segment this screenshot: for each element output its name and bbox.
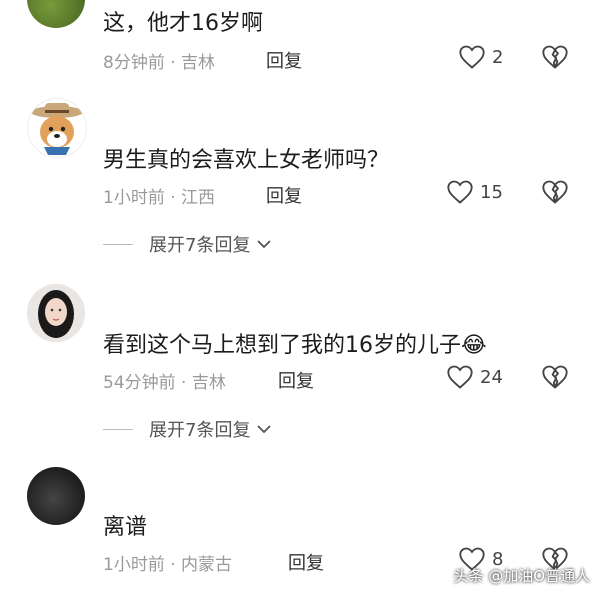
like-button[interactable]: 2	[458, 44, 503, 70]
like-button[interactable]: 15	[446, 179, 503, 205]
avatar[interactable]	[27, 467, 85, 525]
comment-text: 这，他才16岁啊	[103, 11, 263, 36]
avatar[interactable]	[27, 98, 87, 158]
laughing-emoji: 😂	[461, 333, 487, 358]
expand-replies-button[interactable]: 展开7条回复	[103, 231, 272, 257]
reply-button[interactable]: 回复	[266, 47, 302, 73]
woman-avatar-image	[27, 284, 85, 342]
reply-button[interactable]: 回复	[266, 182, 302, 208]
comment-text: 看到这个马上想到了我的16岁的儿子😂	[103, 333, 487, 358]
dislike-button[interactable]	[541, 44, 569, 74]
comment-meta: 1小时前 · 内蒙古	[103, 555, 233, 575]
chevron-down-icon	[257, 240, 272, 249]
comment-text: 男生真的会喜欢上女老师吗？	[103, 148, 390, 173]
comment-meta: 1小时前 · 江西	[103, 188, 216, 208]
heart-outline-icon	[447, 365, 473, 389]
heart-outline-icon	[459, 45, 485, 69]
reply-button[interactable]: 回复	[288, 549, 324, 575]
chevron-down-icon	[257, 425, 272, 434]
divider	[103, 243, 133, 245]
broken-heart-icon	[542, 180, 568, 204]
dog-cowboy-avatar-image	[31, 103, 83, 155]
broken-heart-icon	[542, 45, 568, 69]
dislike-button[interactable]	[541, 179, 569, 209]
expand-replies-button[interactable]: 展开7条回复	[103, 416, 272, 442]
comment-meta: 8分钟前 · 吉林	[103, 53, 216, 73]
watermark: 头条 @加油O普通人	[453, 567, 590, 585]
divider	[103, 428, 133, 430]
dislike-button[interactable]	[541, 364, 569, 394]
comment-text: 离谱	[103, 515, 148, 540]
broken-heart-icon	[542, 365, 568, 389]
comment-meta: 54分钟前 · 吉林	[103, 373, 226, 393]
reply-button[interactable]: 回复	[278, 367, 314, 393]
like-button[interactable]: 24	[446, 364, 503, 390]
avatar[interactable]	[27, 0, 85, 28]
heart-outline-icon	[447, 180, 473, 204]
avatar[interactable]	[27, 284, 85, 342]
